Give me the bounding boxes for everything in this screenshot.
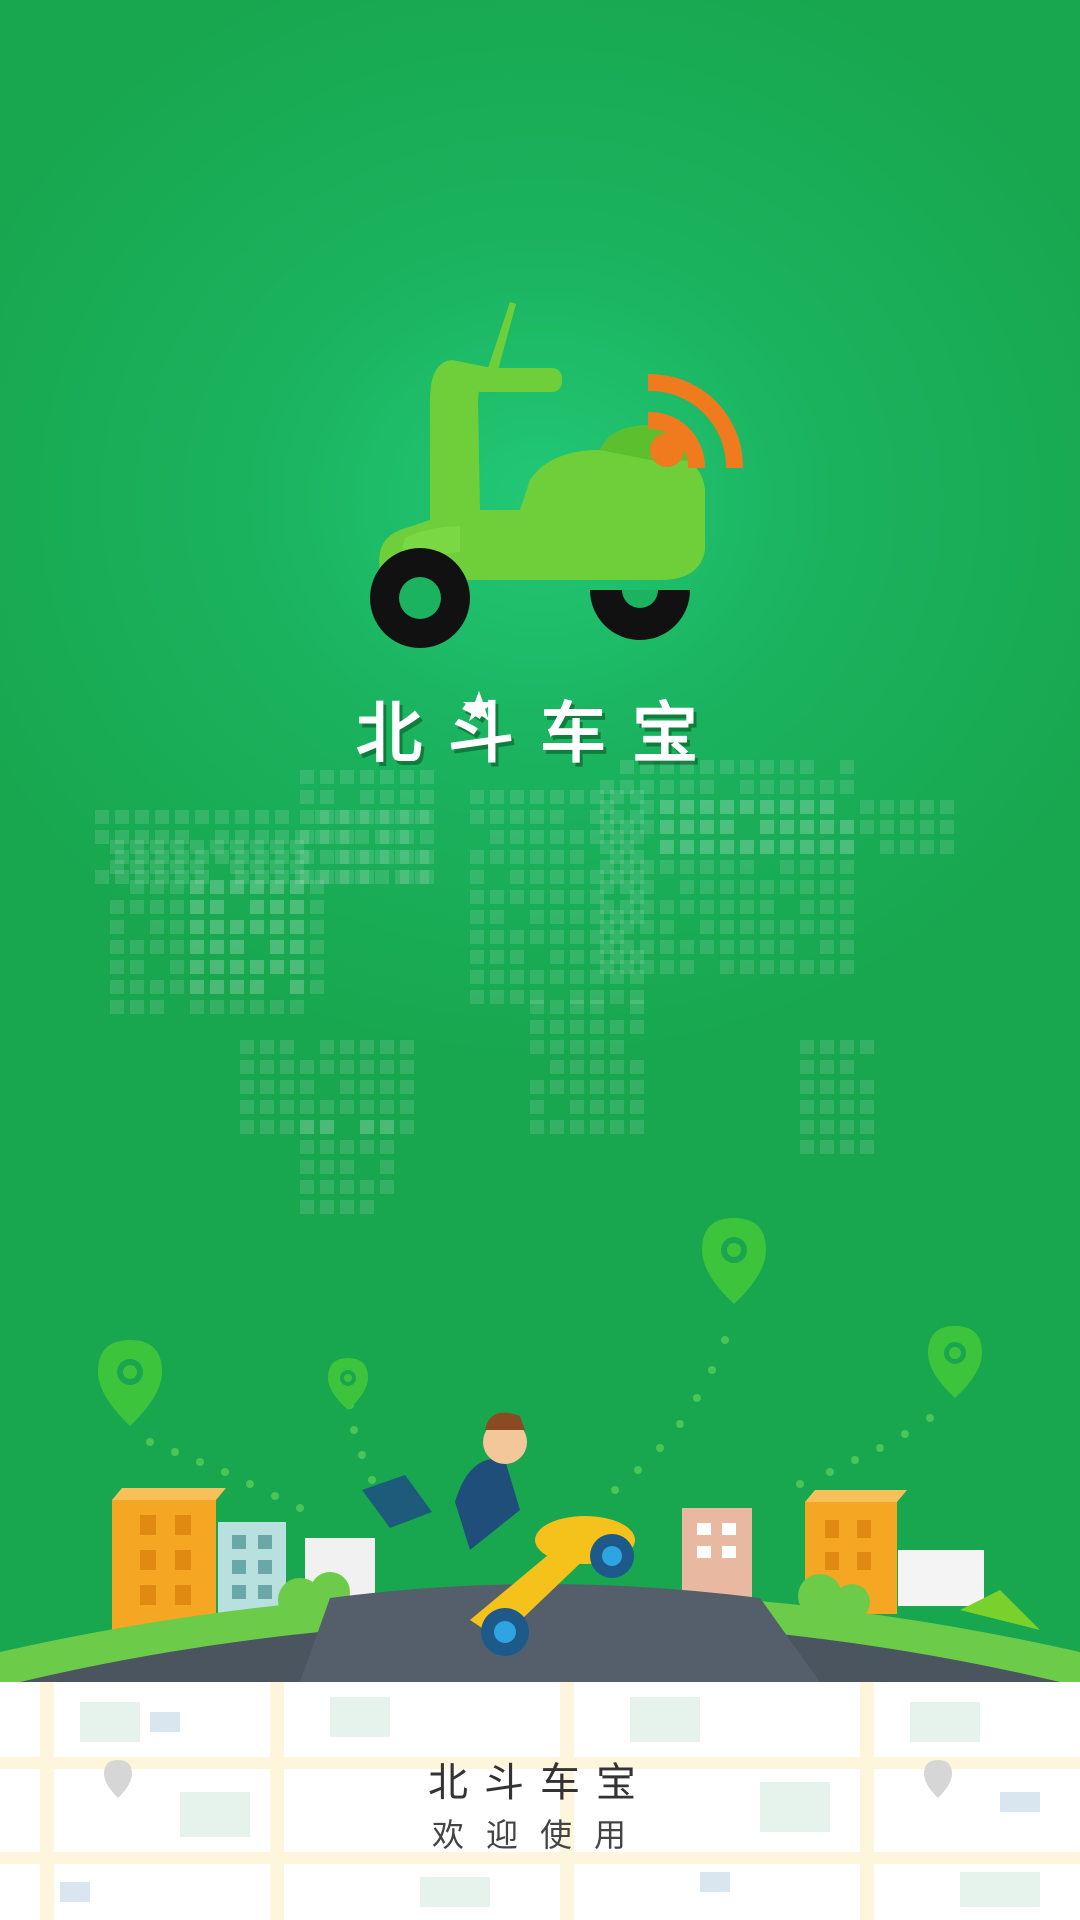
footer-title: 北斗车宝 [428,1760,652,1806]
city-scooter-illustration [0,1218,1080,1682]
star-icon [463,691,495,721]
location-pin-icon [98,1340,162,1426]
app-title: 北斗车宝 [356,695,724,772]
location-pin-icon [328,1358,368,1410]
footer-banner: 北斗车宝 欢迎使用 [0,1682,1080,1920]
scooter-signal-icon [370,302,744,648]
location-pin-icon [702,1218,766,1304]
splash-screen: 北斗车宝 [0,0,1080,1682]
location-pin-icon [928,1326,982,1398]
welcome-text: 欢迎使用 [431,1816,648,1854]
